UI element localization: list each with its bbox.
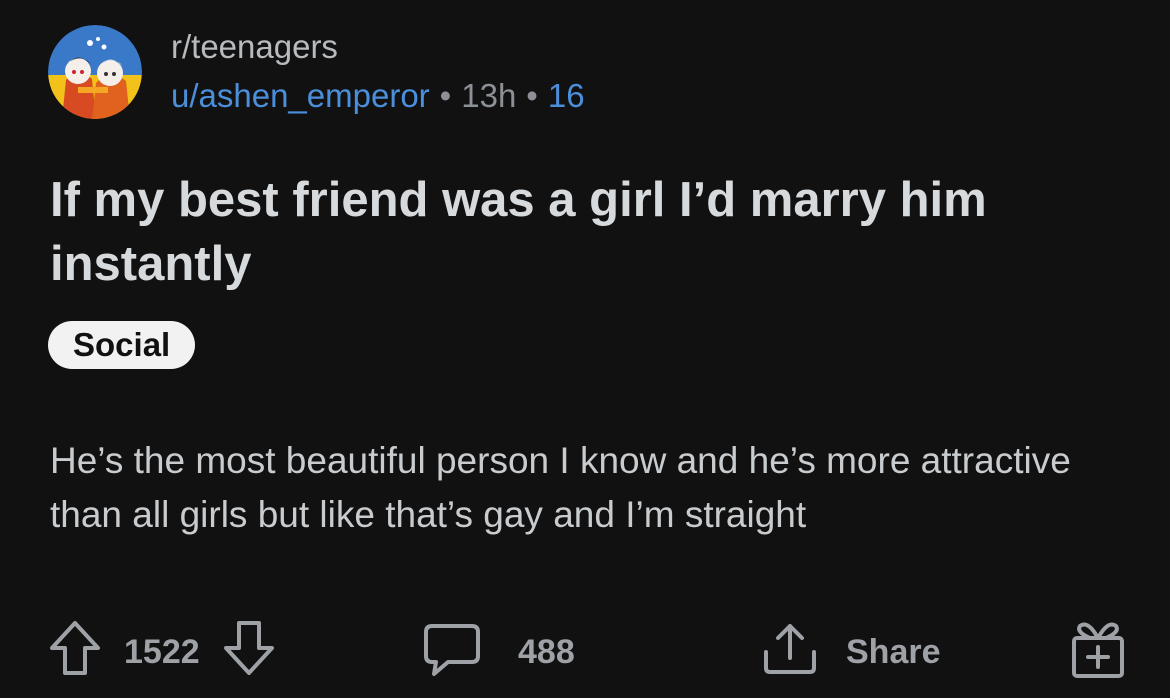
share-button[interactable]: Share (760, 616, 941, 688)
meta-separator: • (526, 77, 538, 114)
subreddit-name[interactable]: r/teenagers (171, 28, 338, 66)
author-link[interactable]: u/ashen_emperor (171, 77, 430, 114)
vote-group: 1522 (48, 616, 276, 688)
arrow-up-icon[interactable] (48, 618, 102, 687)
post-score: 16 (547, 77, 585, 114)
share-label: Share (846, 632, 941, 671)
arrow-down-icon[interactable] (222, 618, 276, 687)
comments-button[interactable]: 488 (422, 616, 575, 688)
flair-badge[interactable]: Social (48, 321, 196, 369)
post-body: He’s the most beautiful person I know an… (50, 440, 1071, 535)
comment-count: 488 (518, 632, 575, 671)
post-age: 13h (461, 77, 517, 114)
post-meta: u/ashen_emperor • 13h • 16 (171, 77, 585, 115)
subreddit-avatar[interactable] (48, 25, 142, 119)
action-bar: 1522 488 Share (0, 616, 1170, 688)
share-icon (760, 618, 820, 687)
speech-bubble-icon (422, 618, 482, 687)
meta-separator: • (439, 77, 452, 114)
award-button[interactable] (1068, 616, 1128, 688)
avatar-image (48, 25, 142, 119)
upvote-count: 1522 (124, 632, 200, 671)
gift-icon (1068, 616, 1128, 689)
post-title: If my best friend was a girl I’d marry h… (50, 173, 987, 291)
